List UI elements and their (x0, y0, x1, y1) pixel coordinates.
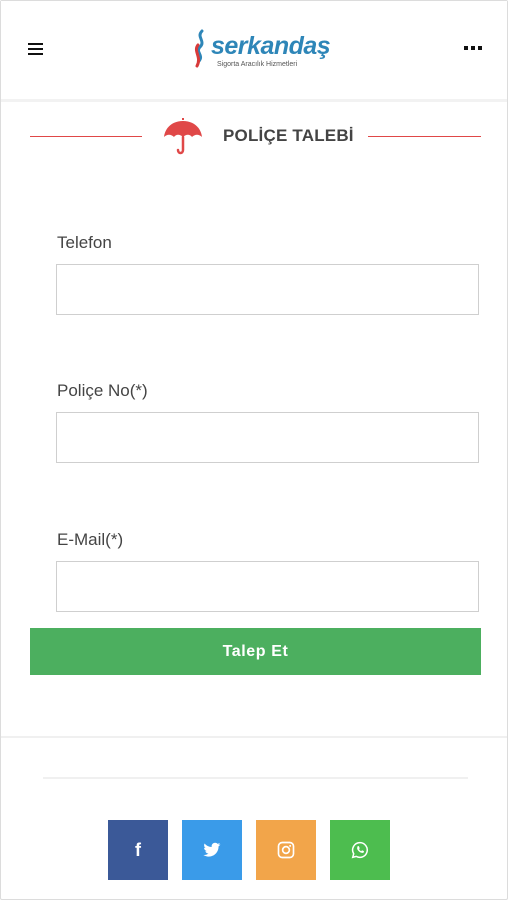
title-line-right (368, 136, 481, 137)
more-dots-icon[interactable] (464, 45, 482, 51)
header-divider (1, 99, 507, 102)
whatsapp-button[interactable] (330, 820, 390, 880)
facebook-icon: f (135, 839, 141, 860)
policy-number-input[interactable] (56, 412, 479, 463)
footer-divider (1, 736, 507, 738)
submit-request-button[interactable]: Talep Et (30, 628, 481, 675)
instagram-icon (277, 841, 295, 859)
policy-number-label: Poliçe No(*) (57, 381, 148, 400)
title-line-left (30, 136, 142, 137)
phone-label: Telefon (57, 233, 112, 252)
hamburger-icon[interactable] (28, 43, 43, 56)
footer-inner-divider (43, 777, 468, 779)
twitter-icon (203, 842, 221, 857)
brand-name: serkandaş (211, 32, 331, 60)
phone-input[interactable] (56, 264, 479, 315)
whatsapp-icon (351, 841, 368, 859)
section-title: POLİÇE TALEBİ (223, 126, 354, 145)
facebook-button[interactable]: f (108, 820, 168, 880)
app-header: serkandaş Sigorta Aracılık Hizmetleri (1, 1, 507, 99)
section-title-row: POLİÇE TALEBİ (1, 113, 507, 159)
email-input[interactable] (56, 561, 479, 612)
brand-logo[interactable]: serkandaş Sigorta Aracılık Hizmetleri (187, 27, 331, 73)
twitter-button[interactable] (182, 820, 242, 880)
page-frame: serkandaş Sigorta Aracılık Hizmetleri PO… (0, 0, 508, 900)
flame-logo-icon (194, 29, 204, 68)
email-label: E-Mail(*) (57, 530, 124, 549)
brand-tagline: Sigorta Aracılık Hizmetleri (217, 61, 298, 68)
instagram-button[interactable] (256, 820, 316, 880)
umbrella-icon (164, 118, 202, 155)
